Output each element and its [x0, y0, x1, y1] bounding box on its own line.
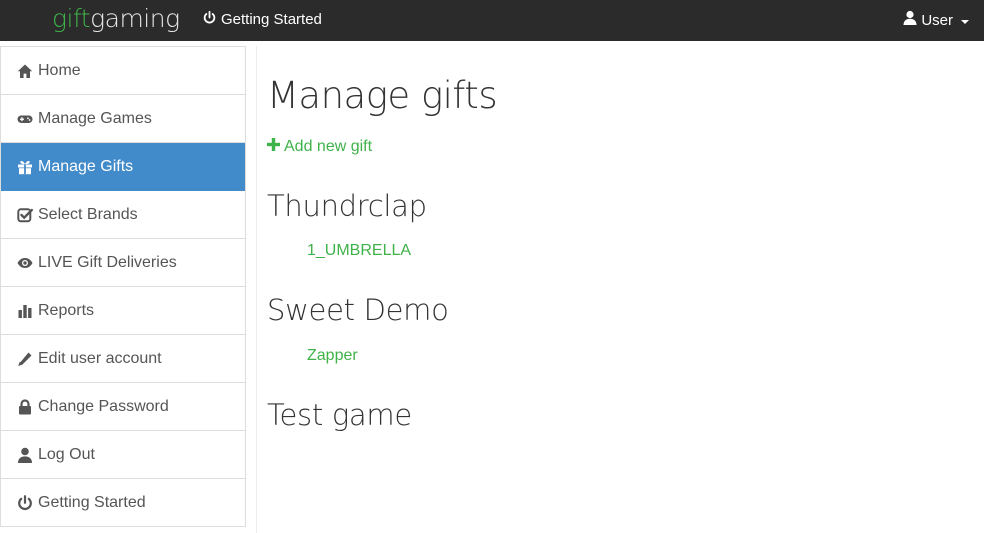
- sidebar-item-manage-gifts[interactable]: Manage Gifts: [1, 143, 245, 191]
- sidebar-item-reports[interactable]: Reports: [1, 287, 245, 335]
- user-label: User: [921, 11, 953, 29]
- sidebar-item-log-out[interactable]: Log Out: [1, 431, 245, 479]
- sidebar-item-label: Manage Games: [38, 109, 152, 127]
- user-dropdown[interactable]: User: [903, 10, 969, 31]
- caret-down-icon: [961, 19, 969, 24]
- power-icon: [16, 494, 34, 512]
- game-title-test-game: Test game: [267, 398, 412, 432]
- user-icon: [903, 10, 917, 31]
- page-title: Manage gifts: [267, 74, 498, 117]
- pencil-icon: [16, 350, 34, 368]
- gift-icon: [16, 158, 34, 176]
- sidebar-item-label: Log Out: [38, 445, 95, 463]
- game-title-sweet-demo: Sweet Demo: [267, 293, 449, 327]
- sidebar-item-label: LIVE Gift Deliveries: [38, 253, 177, 271]
- sidebar-item-label: Manage Gifts: [38, 157, 134, 175]
- brand-gift-text: gift: [52, 4, 91, 33]
- sidebar-item-label: Reports: [38, 301, 95, 319]
- sidebar-item-manage-games[interactable]: Manage Games: [1, 95, 245, 143]
- check-square-icon: [16, 206, 34, 224]
- sidebar-item-live-gift-deliveries[interactable]: LIVE Gift Deliveries: [1, 239, 245, 287]
- sidebar-item-getting-started[interactable]: Getting Started: [1, 479, 245, 527]
- gift-link-1-umbrella[interactable]: 1_UMBRELLA: [307, 241, 411, 261]
- gift-link-zapper[interactable]: Zapper: [307, 346, 358, 366]
- sidebar-item-label: Home: [38, 61, 81, 79]
- gamepad-icon: [16, 110, 34, 128]
- home-icon: [16, 62, 34, 80]
- content-divider: [256, 46, 257, 533]
- getting-started-nav-link[interactable]: Getting Started: [203, 10, 322, 30]
- sidebar-item-label: Edit user account: [38, 349, 162, 367]
- plus-icon: [267, 137, 280, 157]
- sidebar-item-label: Select Brands: [38, 205, 138, 223]
- game-title-thundrclap: Thundrclap: [267, 189, 427, 223]
- add-new-gift-label: Add new gift: [284, 138, 373, 155]
- user-icon: [16, 446, 34, 464]
- getting-started-label: Getting Started: [221, 11, 322, 28]
- eye-icon: [16, 254, 34, 272]
- top-navbar: giftgaming Getting Started User: [0, 0, 984, 41]
- sidebar-item-change-password[interactable]: Change Password: [1, 383, 245, 431]
- sidebar-nav: Home Manage Games Manage Gifts Select Br…: [0, 46, 246, 527]
- brand-logo[interactable]: giftgaming: [52, 3, 180, 35]
- lock-icon: [16, 398, 34, 416]
- sidebar-item-home[interactable]: Home: [1, 47, 245, 95]
- add-new-gift-link[interactable]: Add new gift: [267, 137, 372, 157]
- sidebar-item-edit-user-account[interactable]: Edit user account: [1, 335, 245, 383]
- brand-gaming-text: gaming: [90, 4, 180, 33]
- bar-chart-icon: [16, 302, 34, 320]
- power-icon: [203, 10, 216, 30]
- sidebar-item-select-brands[interactable]: Select Brands: [1, 191, 245, 239]
- sidebar-item-label: Change Password: [38, 397, 169, 415]
- sidebar-item-label: Getting Started: [38, 493, 146, 511]
